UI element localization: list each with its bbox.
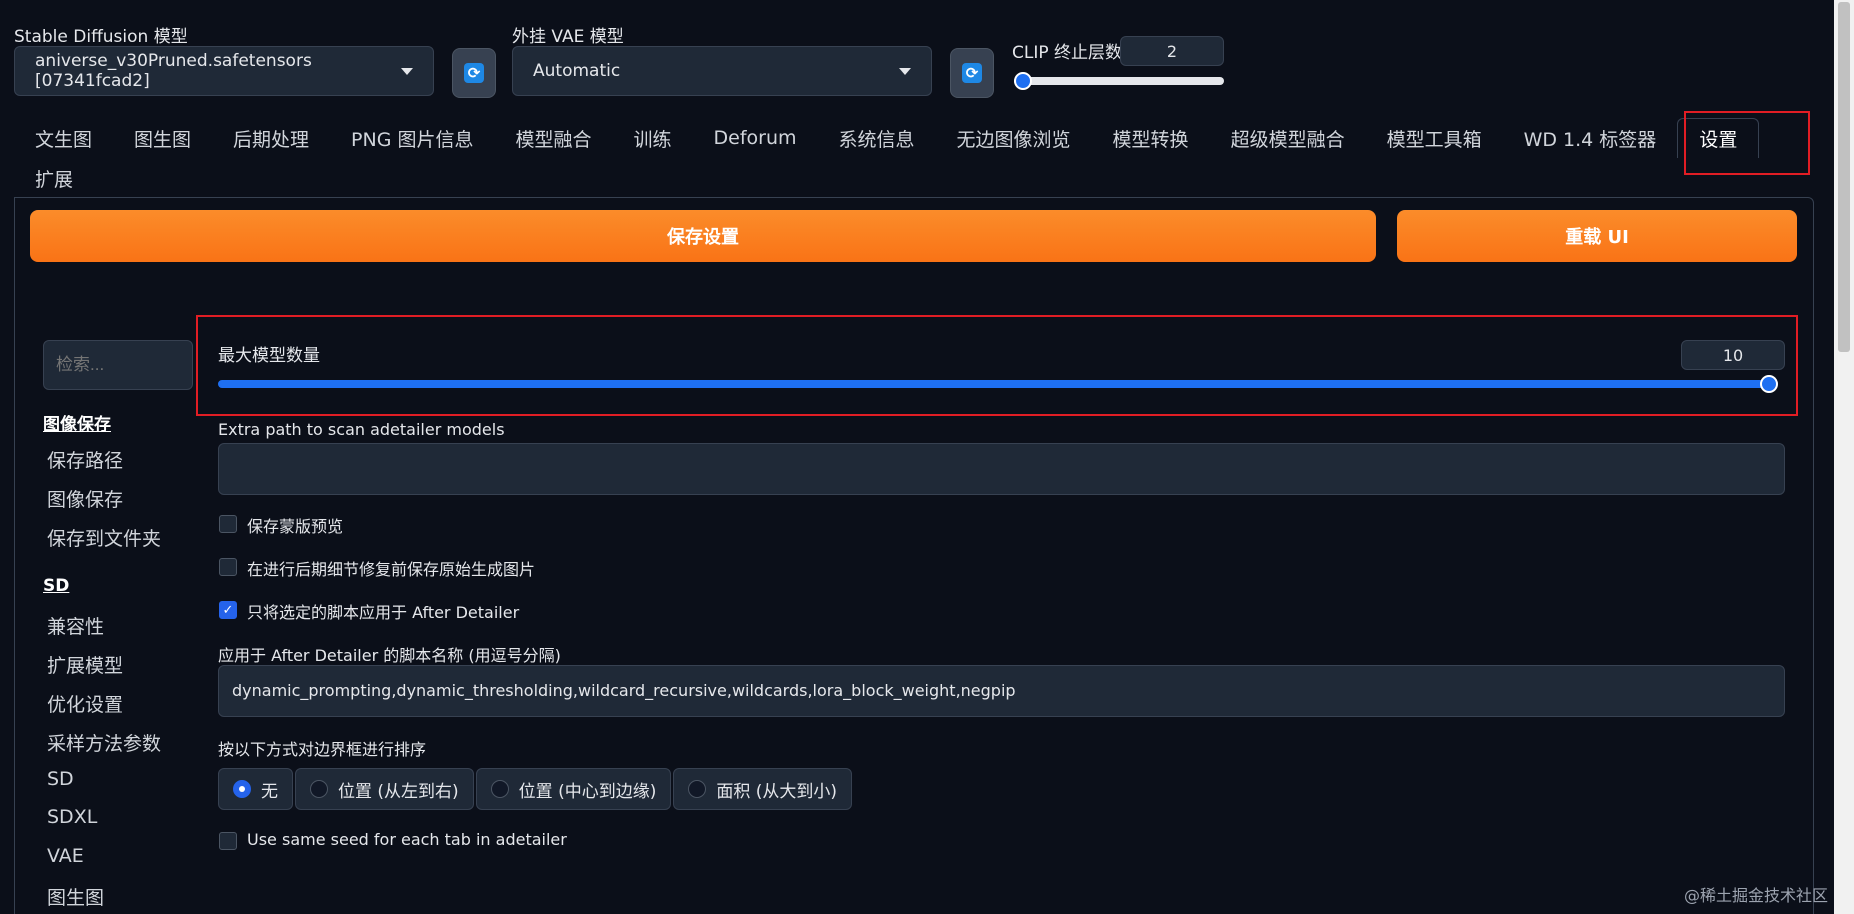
extra-path-input[interactable] — [218, 443, 1785, 495]
clip-slider[interactable] — [1014, 72, 1224, 90]
sidebar-item-save-to-folder[interactable]: 保存到文件夹 — [47, 524, 161, 551]
clip-slider-thumb[interactable] — [1014, 72, 1032, 90]
save-before-checkbox[interactable] — [219, 558, 237, 576]
save-mask-preview-label: 保存蒙版预览 — [247, 517, 344, 536]
sidebar-section-image-save[interactable]: 图像保存 — [43, 410, 111, 435]
clip-label: CLIP 终止层数 — [1012, 43, 1123, 63]
tab-infinite-browser[interactable]: 无边图像浏览 — [936, 118, 1092, 158]
scrollbar-thumb[interactable] — [1838, 2, 1850, 352]
tab-super-merge[interactable]: 超级模型融合 — [1210, 118, 1366, 158]
vae-value: Automatic — [533, 61, 621, 81]
sidebar-item-img2img[interactable]: 图生图 — [47, 883, 104, 910]
sidebar-item-image-save[interactable]: 图像保存 — [47, 485, 123, 512]
watermark: @稀土掘金技术社区 — [1684, 886, 1829, 905]
save-before-label: 在进行后期细节修复前保存原始生成图片 — [247, 560, 536, 579]
sd-model-label: Stable Diffusion 模型 — [14, 27, 188, 47]
reload-ui-button[interactable]: 重载 UI — [1397, 210, 1797, 262]
clip-number-input[interactable]: 2 — [1120, 36, 1224, 66]
vae-dropdown[interactable]: Automatic — [512, 46, 932, 96]
max-models-label: 最大模型数量 — [218, 346, 320, 366]
sort-option-area-label: 面积 (从大到小) — [716, 781, 838, 802]
checkmark-icon: ✓ — [222, 602, 234, 618]
tab-extras[interactable]: 后期处理 — [212, 118, 330, 158]
radio-selected — [233, 780, 251, 798]
save-settings-button[interactable]: 保存设置 — [30, 210, 1376, 262]
scripts-label: 应用于 After Detailer 的脚本名称 (用逗号分隔) — [218, 646, 561, 665]
max-models-slider-thumb[interactable] — [1760, 375, 1778, 393]
radio — [688, 780, 707, 798]
radio — [310, 780, 328, 798]
tab-model-convert[interactable]: 模型转换 — [1092, 118, 1210, 158]
same-seed-checkbox[interactable] — [219, 832, 237, 850]
vae-label: 外挂 VAE 模型 — [512, 27, 624, 47]
sort-option-none[interactable]: 无 — [218, 768, 293, 810]
same-seed-label: Use same seed for each tab in adetailer — [247, 830, 567, 849]
sd-model-value: aniverse_v30Pruned.safetensors [07341fca… — [35, 51, 312, 91]
only-selected-scripts-label: 只将选定的脚本应用于 After Detailer — [247, 603, 520, 622]
tab-system-info[interactable]: 系统信息 — [818, 118, 936, 158]
tab-img2img[interactable]: 图生图 — [113, 118, 212, 158]
sidebar-item-save-path[interactable]: 保存路径 — [47, 446, 123, 473]
tab-png-info[interactable]: PNG 图片信息 — [330, 118, 494, 158]
settings-search-input[interactable] — [43, 340, 193, 390]
max-models-highlight — [196, 315, 1798, 416]
tab-train[interactable]: 训练 — [613, 118, 693, 158]
sidebar-item-vae[interactable]: VAE — [47, 845, 84, 867]
tab-deforum[interactable]: Deforum — [693, 118, 818, 158]
tab-extensions[interactable]: 扩展 — [14, 158, 94, 198]
page-scrollbar[interactable] — [1834, 0, 1854, 914]
sort-option-area[interactable]: 面积 (从大到小) — [673, 768, 853, 810]
max-models-number-input[interactable]: 10 — [1681, 340, 1785, 370]
tab-txt2img[interactable]: 文生图 — [14, 118, 113, 158]
max-models-slider[interactable] — [218, 375, 1778, 393]
sidebar-item-sampler-params[interactable]: 采样方法参数 — [47, 729, 161, 756]
scripts-input[interactable]: dynamic_prompting,dynamic_thresholding,w… — [218, 665, 1785, 717]
radio — [490, 780, 509, 798]
extra-path-label: Extra path to scan adetailer models — [218, 420, 505, 439]
main-tabs: 文生图 图生图 后期处理 PNG 图片信息 模型融合 训练 Deforum 系统… — [14, 118, 1760, 158]
save-mask-preview-checkbox[interactable] — [219, 515, 237, 533]
sidebar-item-extra-networks[interactable]: 扩展模型 — [47, 651, 123, 678]
tab-model-toolkit[interactable]: 模型工具箱 — [1366, 118, 1503, 158]
refresh-icon: ⟳ — [464, 63, 484, 83]
only-selected-scripts-checkbox[interactable]: ✓ — [219, 601, 237, 619]
sidebar-item-sd[interactable]: SD — [47, 768, 74, 790]
sort-radio-group: 无 位置 (从左到右) 位置 (中心到边缘) 面积 (从大到小) — [218, 768, 853, 810]
sort-label: 按以下方式对边界框进行排序 — [218, 740, 427, 759]
sort-option-left-right-label: 位置 (从左到右) — [338, 781, 459, 802]
sort-option-center-edge-label: 位置 (中心到边缘) — [518, 781, 657, 802]
sort-option-center-edge[interactable]: 位置 (中心到边缘) — [475, 768, 672, 810]
settings-tab-highlight — [1684, 111, 1810, 175]
sd-model-dropdown[interactable]: aniverse_v30Pruned.safetensors [07341fca… — [14, 46, 434, 96]
refresh-sd-model-button[interactable]: ⟳ — [452, 48, 496, 98]
sidebar-item-optimizations[interactable]: 优化设置 — [47, 690, 123, 717]
tab-wd-tagger[interactable]: WD 1.4 标签器 — [1503, 118, 1678, 158]
chevron-down-icon — [401, 67, 413, 75]
sort-option-none-label: 无 — [261, 781, 278, 802]
sidebar-item-compat[interactable]: 兼容性 — [47, 612, 104, 639]
sort-option-left-right[interactable]: 位置 (从左到右) — [295, 768, 474, 810]
chevron-down-icon — [899, 67, 911, 75]
refresh-vae-button[interactable]: ⟳ — [950, 48, 994, 98]
sidebar-item-sdxl[interactable]: SDXL — [47, 806, 97, 828]
refresh-icon: ⟳ — [962, 63, 982, 83]
sidebar-section-sd[interactable]: SD — [43, 576, 69, 596]
tab-model-merge[interactable]: 模型融合 — [494, 118, 612, 158]
